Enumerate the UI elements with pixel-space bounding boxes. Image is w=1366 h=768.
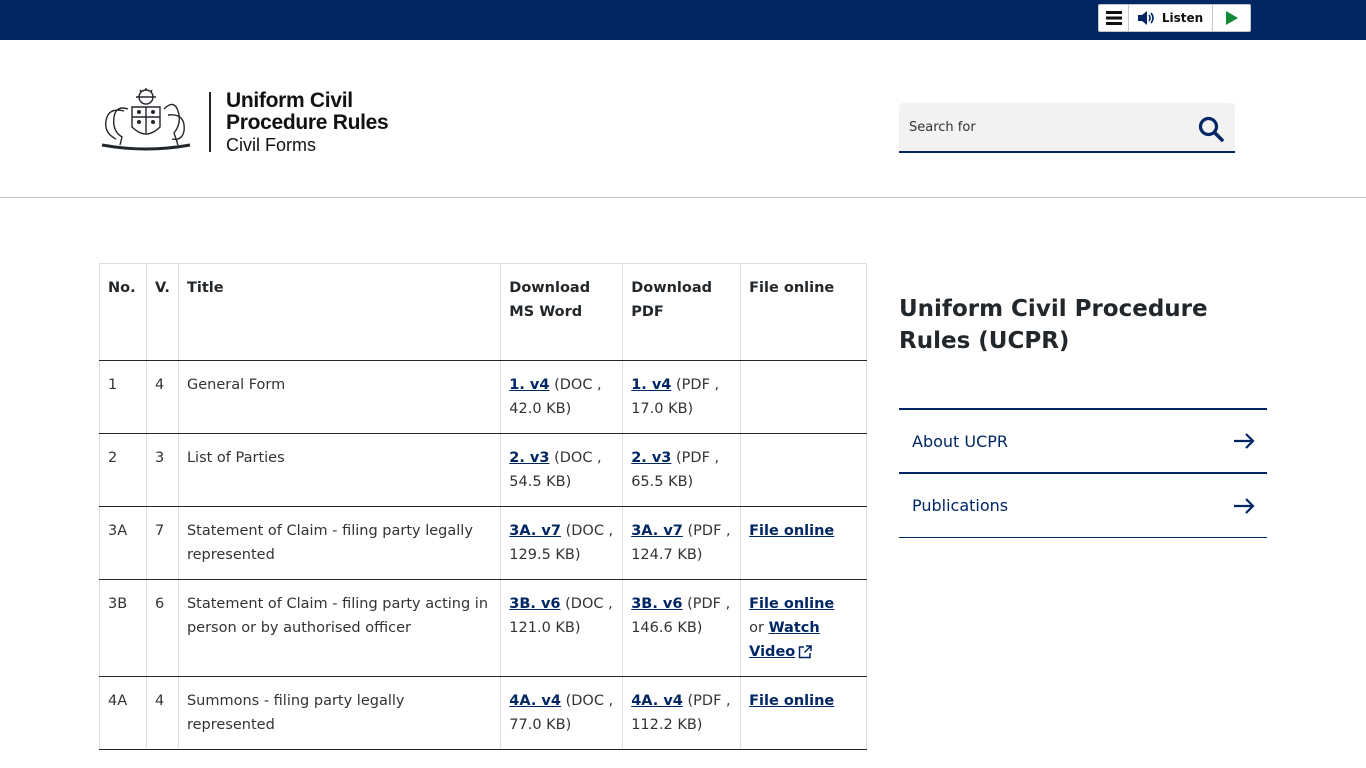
- download-pdf-link[interactable]: 2. v3: [631, 450, 671, 466]
- cell-pdf: 2. v3 (PDF , 65.5 KB): [622, 433, 742, 507]
- arrow-right-icon: [1234, 433, 1255, 449]
- search-box: [899, 103, 1235, 153]
- cell-word: 4A. v4 (DOC , 77.0 KB): [500, 676, 624, 750]
- header-download-pdf: Download PDF: [622, 263, 742, 361]
- logo-title-line2: Procedure Rules: [226, 111, 389, 134]
- table-header-row: No. V. Title Download MS Word Download P…: [99, 263, 867, 361]
- cell-file-online: File online: [740, 676, 867, 750]
- cell-no: 2: [99, 433, 147, 507]
- speaker-icon: [1137, 11, 1154, 25]
- table-row: 3B 6 Statement of Claim - filing party a…: [99, 579, 867, 677]
- cell-title: Summons - filing party legally represent…: [177, 676, 502, 750]
- file-online-link[interactable]: File online: [749, 523, 834, 539]
- cell-version: 3: [145, 433, 179, 507]
- file-online-link[interactable]: File online: [749, 693, 834, 709]
- cell-no: 3A: [99, 506, 147, 580]
- search-input[interactable]: [899, 103, 1179, 151]
- cell-word: 3A. v7 (DOC , 129.5 KB): [500, 506, 624, 580]
- download-word-link[interactable]: 3B. v6: [509, 596, 560, 612]
- cell-pdf: 3B. v6 (PDF , 146.6 KB): [622, 579, 742, 677]
- cell-pdf: 4A. v4 (PDF , 112.2 KB): [622, 676, 742, 750]
- cell-file-online: [740, 433, 867, 507]
- sidebar-item-label: About UCPR: [912, 431, 1009, 451]
- cell-title: General Form: [177, 360, 502, 434]
- sidebar-item-about-ucpr[interactable]: About UCPR: [899, 410, 1267, 474]
- site-header: Uniform Civil Procedure Rules Civil Form…: [0, 40, 1366, 198]
- play-button[interactable]: [1213, 5, 1250, 31]
- download-pdf-link[interactable]: 1. v4: [631, 377, 671, 393]
- play-icon: [1225, 11, 1238, 25]
- logo-title-line1: Uniform Civil: [226, 89, 353, 112]
- download-pdf-link[interactable]: 3B. v6: [631, 596, 682, 612]
- cell-file-online: File online or Watch Video: [740, 579, 867, 677]
- cell-file-online: [740, 360, 867, 434]
- external-link-icon: [799, 645, 812, 659]
- arrow-right-icon: [1234, 497, 1255, 514]
- header-title: Title: [177, 263, 502, 361]
- cell-pdf: 3A. v7 (PDF , 124.7 KB): [622, 506, 742, 580]
- cell-word: 3B. v6 (DOC , 121.0 KB): [500, 579, 624, 677]
- site-logo-text[interactable]: Uniform Civil Procedure Rules Civil Form…: [226, 89, 389, 156]
- table-row: 4A 4 Summons - filing party legally repr…: [99, 676, 867, 750]
- sidebar-item-publications[interactable]: Publications: [899, 474, 1267, 538]
- cell-word: 1. v4 (DOC , 42.0 KB): [500, 360, 624, 434]
- listen-widget: Listen: [1098, 4, 1251, 32]
- file-online-link[interactable]: File online: [749, 596, 834, 612]
- cell-title: Statement of Claim - filing party acting…: [177, 579, 502, 677]
- download-pdf-link[interactable]: 4A. v4: [631, 693, 683, 709]
- or-text: or: [749, 620, 764, 636]
- logo-divider: [209, 92, 211, 152]
- download-word-link[interactable]: 2. v3: [509, 450, 549, 466]
- table-row: 3A 7 Statement of Claim - filing party l…: [99, 506, 867, 580]
- cell-version: 4: [145, 360, 179, 434]
- cell-title: List of Parties: [177, 433, 502, 507]
- top-bar: Listen: [0, 0, 1366, 40]
- listen-menu-button[interactable]: [1099, 5, 1129, 31]
- table-row: 1 4 General Form 1. v4 (DOC , 42.0 KB) 1…: [99, 360, 867, 434]
- cell-file-online: File online: [740, 506, 867, 580]
- cell-no: 1: [99, 360, 147, 434]
- cell-word: 2. v3 (DOC , 54.5 KB): [500, 433, 624, 507]
- cell-title: Statement of Claim - filing party legall…: [177, 506, 502, 580]
- header-no: No.: [99, 263, 147, 361]
- forms-table: No. V. Title Download MS Word Download P…: [99, 263, 867, 750]
- listen-button[interactable]: Listen: [1129, 5, 1213, 31]
- table-row: 2 3 List of Parties 2. v3 (DOC , 54.5 KB…: [99, 433, 867, 507]
- menu-icon: [1105, 11, 1122, 25]
- cell-version: 6: [145, 579, 179, 677]
- cell-no: 3B: [99, 579, 147, 677]
- cell-no: 4A: [99, 676, 147, 750]
- download-word-link[interactable]: 1. v4: [509, 377, 549, 393]
- logo-subtitle: Civil Forms: [226, 135, 316, 155]
- cell-version: 7: [145, 506, 179, 580]
- header-download-word: Download MS Word: [500, 263, 624, 361]
- cell-pdf: 1. v4 (PDF , 17.0 KB): [622, 360, 742, 434]
- cell-version: 4: [145, 676, 179, 750]
- nsw-crest-logo[interactable]: [98, 87, 194, 153]
- search-icon: [1198, 116, 1224, 142]
- sidebar-nav: About UCPR Publications: [899, 408, 1267, 538]
- download-pdf-link[interactable]: 3A. v7: [631, 523, 683, 539]
- header-file-online: File online: [740, 263, 867, 361]
- download-word-link[interactable]: 4A. v4: [509, 693, 561, 709]
- listen-label: Listen: [1161, 11, 1204, 25]
- search-button[interactable]: [1197, 115, 1225, 143]
- header-version: V.: [145, 263, 179, 361]
- sidebar-item-label: Publications: [912, 496, 1009, 515]
- download-word-link[interactable]: 3A. v7: [509, 523, 561, 539]
- sidebar-title: Uniform Civil Procedure Rules (UCPR): [899, 296, 1208, 354]
